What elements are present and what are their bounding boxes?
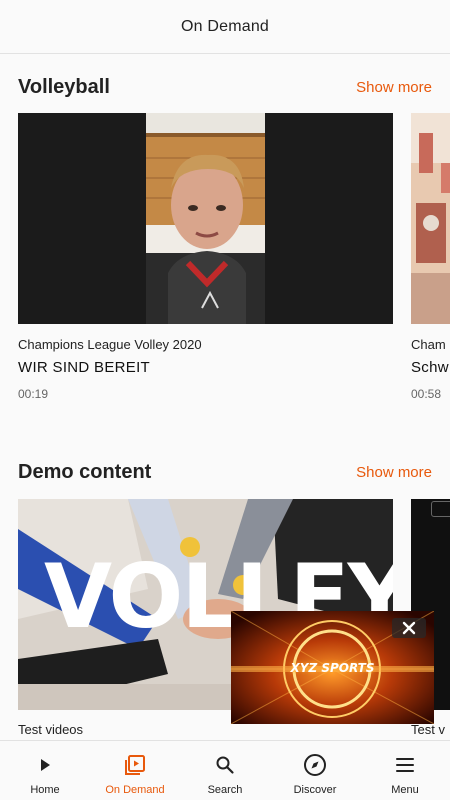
video-subtitle: Test videos xyxy=(18,722,84,737)
bottom-nav: Home On Demand Search Discover Menu xyxy=(0,740,450,800)
mini-player-close-button[interactable] xyxy=(392,618,426,638)
video-thumbnail xyxy=(411,113,450,324)
top-bar: On Demand xyxy=(0,0,450,54)
close-icon xyxy=(402,621,416,635)
nav-label: Home xyxy=(30,784,60,796)
video-title: Schw xyxy=(411,359,449,376)
compass-icon xyxy=(303,753,327,777)
nav-item-menu[interactable]: Menu xyxy=(360,741,450,800)
nav-label: On Demand xyxy=(105,784,165,796)
section-header-demo-content: Demo content Show more xyxy=(18,461,432,484)
search-icon xyxy=(213,753,237,777)
mini-player[interactable]: XYZ SPORTS xyxy=(231,611,434,724)
nav-label: Search xyxy=(207,784,243,796)
menu-icon xyxy=(393,753,417,777)
video-card[interactable]: Champions League Volley 2020 WIR SIND BE… xyxy=(18,113,393,403)
building-image xyxy=(411,113,450,324)
video-title: WIR SIND BEREIT xyxy=(18,359,151,376)
show-more-link[interactable]: Show more xyxy=(356,79,432,96)
section-title: Volleyball xyxy=(18,76,110,98)
video-card[interactable]: Cham Schw 00:58 xyxy=(411,113,450,403)
video-duration: 00:58 xyxy=(411,387,442,401)
video-thumbnail xyxy=(18,113,393,324)
section-header-volleyball: Volleyball Show more xyxy=(18,76,432,99)
video-subtitle: Champions League Volley 2020 xyxy=(18,337,202,352)
play-icon xyxy=(33,753,57,777)
section-title: Demo content xyxy=(18,461,152,483)
show-more-link[interactable]: Show more xyxy=(356,464,432,481)
video-duration: 00:19 xyxy=(18,387,49,401)
video-subtitle: Test v xyxy=(411,722,445,737)
mini-player-brand: XYZ SPORTS xyxy=(290,661,375,675)
nav-item-discover[interactable]: Discover xyxy=(270,741,360,800)
video-subtitle: Cham xyxy=(411,337,446,352)
nav-label: Discover xyxy=(293,784,337,796)
on-demand-icon xyxy=(123,753,147,777)
page-title: On Demand xyxy=(180,17,270,35)
nav-label: Menu xyxy=(391,784,419,796)
nav-item-on-demand[interactable]: On Demand xyxy=(90,741,180,800)
nav-item-home[interactable]: Home xyxy=(0,741,90,800)
nav-item-search[interactable]: Search xyxy=(180,741,270,800)
player-portrait-image xyxy=(146,113,265,324)
